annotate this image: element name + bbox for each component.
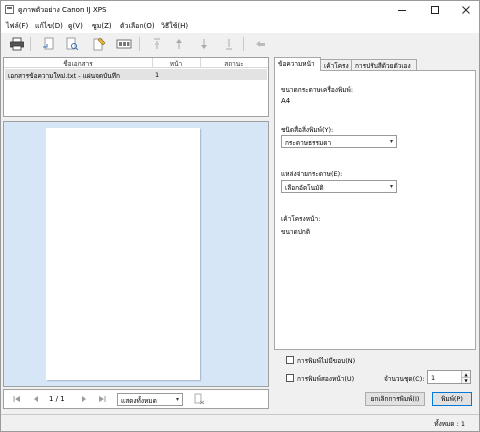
- row-document-name: เอกสารข้อความใหม่.txt - แผ่นจดบันทึก: [8, 72, 120, 80]
- borderless-label: การพิมพ์ไม่มีขอบ(N): [297, 357, 356, 365]
- move-up-icon: [176, 39, 182, 49]
- menu-view[interactable]: ดู(V): [68, 21, 83, 32]
- move-last-button[interactable]: [221, 37, 237, 51]
- app-icon: [5, 5, 14, 14]
- toolbar: [1, 33, 479, 55]
- table-row[interactable]: เอกสารข้อความใหม่.txt - แผ่นจดบันทึก 1: [5, 69, 267, 80]
- chevron-down-icon: ▾: [175, 396, 179, 403]
- delete-page-button[interactable]: [192, 393, 206, 405]
- cancel-print-button[interactable]: ยกเลิกการพิมพ์(I): [365, 392, 425, 406]
- minimize-button[interactable]: [389, 1, 415, 19]
- status-total: ทั้งหมด : 1: [434, 420, 465, 428]
- paper-source-value: เลือกอัตโนมัติ: [285, 184, 324, 192]
- toolbar-separator: [139, 37, 140, 51]
- view-mode-value: แสดงทั้งหมด: [121, 397, 157, 405]
- menu-bar: ไฟล์(F) แก้ไข(D) ดู(V) ซูม(Z) ตัวเลือก(O…: [1, 19, 479, 33]
- move-up-button[interactable]: [171, 37, 187, 51]
- back-icon: [256, 41, 265, 47]
- next-page-button[interactable]: [79, 394, 89, 404]
- move-down-icon: [201, 39, 207, 49]
- app-window: ดูภาพตัวอย่าง Canon IJ XPS ไฟล์(F) แก้ไข…: [0, 0, 480, 432]
- page-indicator: 1 / 1: [49, 395, 65, 403]
- print-icon: [10, 37, 24, 51]
- document-list-header: ชื่อเอกสาร หน้า สถานะ: [4, 58, 268, 68]
- page-layout-label: เค้าโครงหน้า:: [281, 215, 321, 223]
- move-last-icon: [226, 39, 232, 50]
- undo-page-button[interactable]: [41, 37, 57, 51]
- last-page-button[interactable]: [97, 394, 107, 404]
- duplex-checkbox[interactable]: [286, 374, 294, 382]
- maximize-icon: [431, 6, 439, 14]
- page-preview: [46, 128, 200, 380]
- last-page-icon: [99, 396, 106, 402]
- edit-page-button[interactable]: [91, 37, 107, 51]
- paper-source-select[interactable]: เลือกอัตโนมัติ ▾: [281, 180, 397, 193]
- previous-page-button[interactable]: [31, 394, 41, 404]
- printer-paper-size-label: ขนาดกระดาษเครื่องพิมพ์:: [281, 86, 354, 94]
- menu-file[interactable]: ไฟล์(F): [6, 21, 28, 32]
- page-navigation-bar: 1 / 1 แสดงทั้งหมด ▾: [3, 389, 269, 409]
- window-title: ดูภาพตัวอย่าง Canon IJ XPS: [18, 6, 107, 14]
- delete-page-icon: [194, 393, 205, 405]
- print-button-main[interactable]: พิมพ์(P): [432, 392, 472, 406]
- view-mode-select[interactable]: แสดงทั้งหมด ▾: [117, 393, 183, 406]
- printer-paper-size-value: A4: [281, 97, 291, 105]
- page-setup-panel: ขนาดกระดาษเครื่องพิมพ์: A4 ชนิดสื่อสิ่งพ…: [274, 70, 476, 350]
- column-header-status[interactable]: สถานะ: [200, 59, 268, 69]
- duplex-label: การพิมพ์สองหน้า(U): [297, 375, 355, 383]
- media-type-select[interactable]: กระดาษธรรมดา ▾: [281, 135, 397, 148]
- menu-help[interactable]: วิธีใช้(H): [161, 21, 188, 32]
- toolbar-separator: [30, 37, 31, 51]
- close-button[interactable]: [453, 1, 479, 19]
- document-list: ชื่อเอกสาร หน้า สถานะ เอกสารข้อความใหม่.…: [3, 57, 269, 117]
- maximize-button[interactable]: [422, 1, 448, 19]
- column-header-name[interactable]: ชื่อเอกสาร: [4, 59, 152, 69]
- move-first-icon: [154, 38, 160, 49]
- next-page-icon: [82, 396, 86, 402]
- menu-edit[interactable]: แก้ไข(D): [35, 21, 63, 32]
- status-bar: ทั้งหมด : 1: [1, 414, 479, 431]
- toolbar-separator: [243, 37, 244, 51]
- back-button[interactable]: [253, 37, 269, 51]
- previous-page-icon: [34, 396, 38, 402]
- preview-area[interactable]: [3, 121, 269, 387]
- media-type-label: ชนิดสื่อสิ่งพิมพ์(Y):: [281, 126, 334, 134]
- copies-stepper[interactable]: 1 ▲ ▼: [427, 370, 471, 384]
- menu-options[interactable]: ตัวเลือก(O): [120, 21, 155, 32]
- move-first-button[interactable]: [149, 37, 165, 51]
- media-type-value: กระดาษธรรมดา: [285, 139, 332, 147]
- tab-page-setup[interactable]: ข้อความหน้า: [274, 57, 321, 71]
- column-header-pages[interactable]: หน้า: [152, 59, 200, 69]
- paper-source-label: แหล่งจ่ายกระดาษ(E):: [281, 170, 343, 178]
- zoom-page-button[interactable]: [64, 37, 80, 51]
- edit-page-icon: [93, 37, 106, 51]
- page-layout-value: ขนาดปกติ: [281, 228, 311, 236]
- undo-page-icon: [43, 37, 54, 50]
- copies-label: จำนวนชุด(C):: [384, 375, 425, 383]
- copies-value: 1: [431, 374, 436, 382]
- first-page-button[interactable]: [12, 394, 22, 404]
- chevron-down-icon[interactable]: ▼: [461, 377, 470, 383]
- row-page-count: 1: [155, 71, 160, 79]
- first-page-icon: [13, 396, 20, 402]
- thumbnails-button[interactable]: [116, 37, 132, 51]
- close-icon: [462, 6, 470, 14]
- chevron-down-icon: ▾: [389, 138, 393, 145]
- title-bar: ดูภาพตัวอย่าง Canon IJ XPS: [1, 1, 479, 19]
- borderless-checkbox[interactable]: [286, 356, 294, 364]
- move-down-button[interactable]: [196, 37, 212, 51]
- chevron-down-icon: ▾: [389, 183, 393, 190]
- zoom-page-icon: [66, 37, 79, 51]
- menu-zoom[interactable]: ซูม(Z): [92, 21, 112, 32]
- thumbnails-icon: [116, 39, 132, 49]
- minimize-icon: [398, 10, 406, 11]
- print-button[interactable]: [9, 37, 25, 51]
